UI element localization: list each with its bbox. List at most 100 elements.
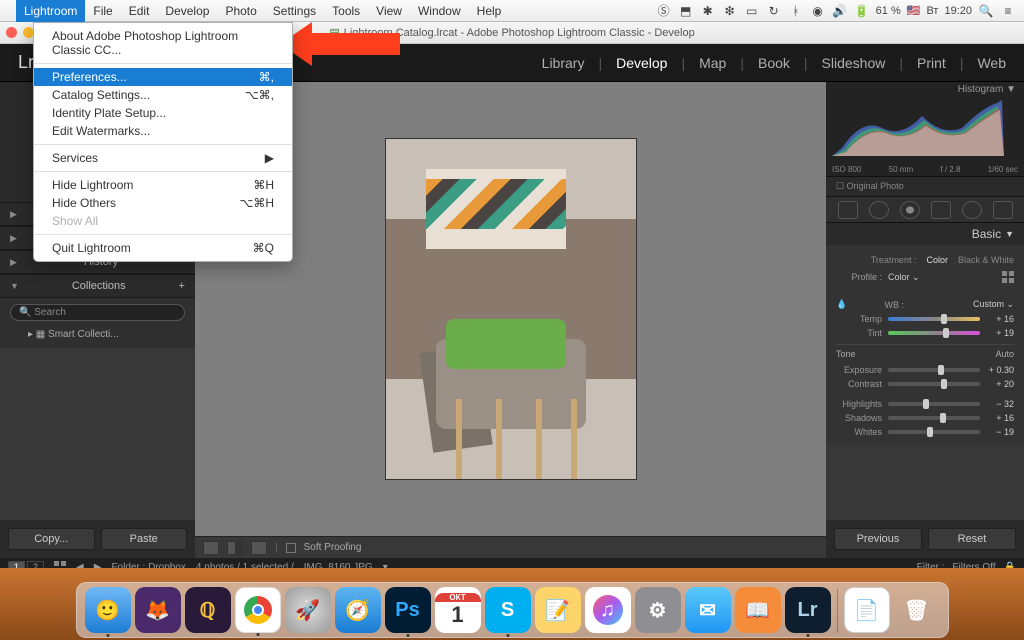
reset-button[interactable]: Reset bbox=[928, 528, 1016, 550]
develop-tool-strip bbox=[826, 197, 1024, 223]
bluetooth-tray-icon[interactable]: ᚼ bbox=[788, 3, 804, 19]
menu-photo[interactable]: Photo bbox=[217, 0, 264, 22]
treatment-color[interactable]: Color bbox=[926, 255, 948, 265]
document-dock-icon[interactable]: 📄 bbox=[844, 587, 890, 633]
volume-tray-icon[interactable]: 🔊 bbox=[832, 3, 848, 19]
auto-tone-button[interactable]: Auto bbox=[995, 349, 1014, 359]
module-slideshow[interactable]: Slideshow bbox=[822, 55, 886, 71]
loupe-view-icon[interactable] bbox=[203, 541, 219, 555]
spotlight-icon[interactable]: 🔍 bbox=[978, 3, 994, 19]
battery-tray-icon[interactable]: 🔋 bbox=[854, 3, 870, 19]
menu-tools[interactable]: Tools bbox=[324, 0, 368, 22]
menu-view[interactable]: View bbox=[368, 0, 410, 22]
menu-preferences-item[interactable]: Preferences...⌘, bbox=[34, 68, 292, 86]
module-web[interactable]: Web bbox=[977, 55, 1006, 71]
slack-tray-icon[interactable]: ✱ bbox=[700, 3, 716, 19]
close-window-button[interactable] bbox=[6, 27, 17, 38]
treatment-bw[interactable]: Black & White bbox=[958, 255, 1014, 265]
redeye-tool-icon[interactable] bbox=[900, 201, 920, 219]
crop-tool-icon[interactable] bbox=[838, 201, 858, 219]
whites-slider[interactable]: Whites− 19 bbox=[836, 425, 1014, 439]
notification-center-icon[interactable]: ≡ bbox=[1000, 3, 1016, 19]
collections-search[interactable]: 🔍 Search bbox=[10, 304, 185, 321]
chrome-dock-icon[interactable] bbox=[235, 587, 281, 633]
module-develop[interactable]: Develop bbox=[616, 55, 667, 71]
grad-filter-icon[interactable] bbox=[931, 201, 951, 219]
photoshop-dock-icon[interactable]: Ps bbox=[385, 587, 431, 633]
menu-hide-lightroom-item[interactable]: Hide Lightroom⌘H bbox=[34, 176, 292, 194]
finder-dock-icon[interactable]: 🙂 bbox=[85, 587, 131, 633]
exposure-slider[interactable]: Exposure+ 0.30 bbox=[836, 363, 1014, 377]
launchpad-dock-icon[interactable]: 🚀 bbox=[285, 587, 331, 633]
menu-hide-others-item[interactable]: Hide Others⌥⌘H bbox=[34, 194, 292, 212]
menu-catalog-settings-item[interactable]: Catalog Settings...⌥⌘, bbox=[34, 86, 292, 104]
previous-button[interactable]: Previous bbox=[834, 528, 922, 550]
before-after-icon[interactable] bbox=[227, 541, 243, 555]
basic-panel: Treatment : Color Black & White Profile … bbox=[826, 245, 1024, 445]
temp-slider[interactable]: Temp+ 16 bbox=[836, 312, 1014, 326]
itunes-dock-icon[interactable]: ♫ bbox=[585, 587, 631, 633]
mail-dock-icon[interactable]: ✉ bbox=[685, 587, 731, 633]
skype-dock-icon[interactable]: S bbox=[485, 587, 531, 633]
highlights-slider[interactable]: Highlights− 32 bbox=[836, 397, 1014, 411]
menu-watermarks-item[interactable]: Edit Watermarks... bbox=[34, 122, 292, 140]
firefox-dock-icon[interactable]: 🦊 bbox=[135, 587, 181, 633]
menu-services-item[interactable]: Services▶ bbox=[34, 149, 292, 167]
develop-toolbar: | Soft Proofing bbox=[195, 536, 826, 558]
collections-panel-header[interactable]: ▼Collections+ bbox=[0, 274, 195, 298]
wifi-tray-icon[interactable]: ◉ bbox=[810, 3, 826, 19]
before-after-v-icon[interactable] bbox=[251, 541, 267, 555]
right-panel: Histogram ▼ ISO 800 50 mm f / 2.8 1/60 s… bbox=[826, 82, 1024, 558]
menu-file[interactable]: File bbox=[85, 0, 120, 22]
dock-separator bbox=[837, 589, 838, 633]
brush-tool-icon[interactable] bbox=[993, 201, 1013, 219]
flag-tray-icon[interactable]: 🇺🇸 bbox=[907, 4, 921, 17]
trash-dock-icon[interactable]: 🗑 bbox=[894, 587, 940, 633]
module-map[interactable]: Map bbox=[699, 55, 726, 71]
spot-tool-icon[interactable] bbox=[869, 201, 889, 219]
tint-slider[interactable]: Tint+ 19 bbox=[836, 326, 1014, 340]
dropbox-tray-icon[interactable]: ⬒ bbox=[678, 3, 694, 19]
copy-button[interactable]: Copy... bbox=[8, 528, 95, 550]
module-book[interactable]: Book bbox=[758, 55, 790, 71]
ibooks-dock-icon[interactable]: 📖 bbox=[735, 587, 781, 633]
treatment-label: Treatment : bbox=[871, 255, 917, 265]
paste-button[interactable]: Paste bbox=[101, 528, 188, 550]
histogram-panel[interactable]: Histogram ▼ ISO 800 50 mm f / 2.8 1/60 s… bbox=[826, 82, 1024, 177]
shadows-slider[interactable]: Shadows+ 16 bbox=[836, 411, 1014, 425]
menu-help[interactable]: Help bbox=[469, 0, 510, 22]
menu-about-item[interactable]: About Adobe Photoshop Lightroom Classic … bbox=[34, 27, 292, 59]
menu-settings[interactable]: Settings bbox=[265, 0, 324, 22]
wb-picker-icon[interactable]: 💧 bbox=[836, 299, 852, 310]
wb-select[interactable]: Custom ⌄ bbox=[910, 299, 1014, 310]
display-tray-icon[interactable]: ▭ bbox=[744, 3, 760, 19]
menu-quit-item[interactable]: Quit Lightroom⌘Q bbox=[34, 239, 292, 257]
timemachine-tray-icon[interactable]: ↻ bbox=[766, 3, 782, 19]
settings-dock-icon[interactable]: ⚙ bbox=[635, 587, 681, 633]
menu-lightroom[interactable]: Lightroom bbox=[16, 0, 85, 22]
calendar-dock-icon[interactable]: ОКТ1 bbox=[435, 587, 481, 633]
clock-day[interactable]: Вт bbox=[926, 5, 938, 17]
clock-time[interactable]: 19:20 bbox=[944, 5, 972, 17]
skype-tray-icon[interactable]: Ⓢ bbox=[656, 3, 672, 19]
contrast-slider[interactable]: Contrast+ 20 bbox=[836, 377, 1014, 391]
module-library[interactable]: Library bbox=[542, 55, 585, 71]
app-dock-icon[interactable]: ℚ bbox=[185, 587, 231, 633]
profile-select[interactable]: Color ⌄ bbox=[888, 272, 996, 283]
menu-edit[interactable]: Edit bbox=[121, 0, 158, 22]
profile-browser-icon[interactable] bbox=[1002, 271, 1014, 283]
menu-develop[interactable]: Develop bbox=[157, 0, 217, 22]
notes-dock-icon[interactable]: 📝 bbox=[535, 587, 581, 633]
soft-proof-checkbox[interactable] bbox=[286, 543, 296, 553]
menu-window[interactable]: Window bbox=[410, 0, 469, 22]
menu-identity-plate-item[interactable]: Identity Plate Setup... bbox=[34, 104, 292, 122]
lightroom-dock-icon[interactable]: Lr bbox=[785, 587, 831, 633]
basic-panel-header[interactable]: Basic▼ bbox=[826, 223, 1024, 245]
radial-filter-icon[interactable] bbox=[962, 201, 982, 219]
original-photo-toggle[interactable]: ☐ Original Photo bbox=[826, 177, 1024, 197]
module-print[interactable]: Print bbox=[917, 55, 946, 71]
safari-dock-icon[interactable]: 🧭 bbox=[335, 587, 381, 633]
smart-collections-item[interactable]: ▸ ▦ Smart Collecti... bbox=[10, 327, 185, 342]
evernote-tray-icon[interactable]: ❇ bbox=[722, 3, 738, 19]
system-tray: Ⓢ ⬒ ✱ ❇ ▭ ↻ ᚼ ◉ 🔊 🔋 61 % 🇺🇸 Вт 19:20 🔍 ≡ bbox=[656, 3, 1016, 19]
